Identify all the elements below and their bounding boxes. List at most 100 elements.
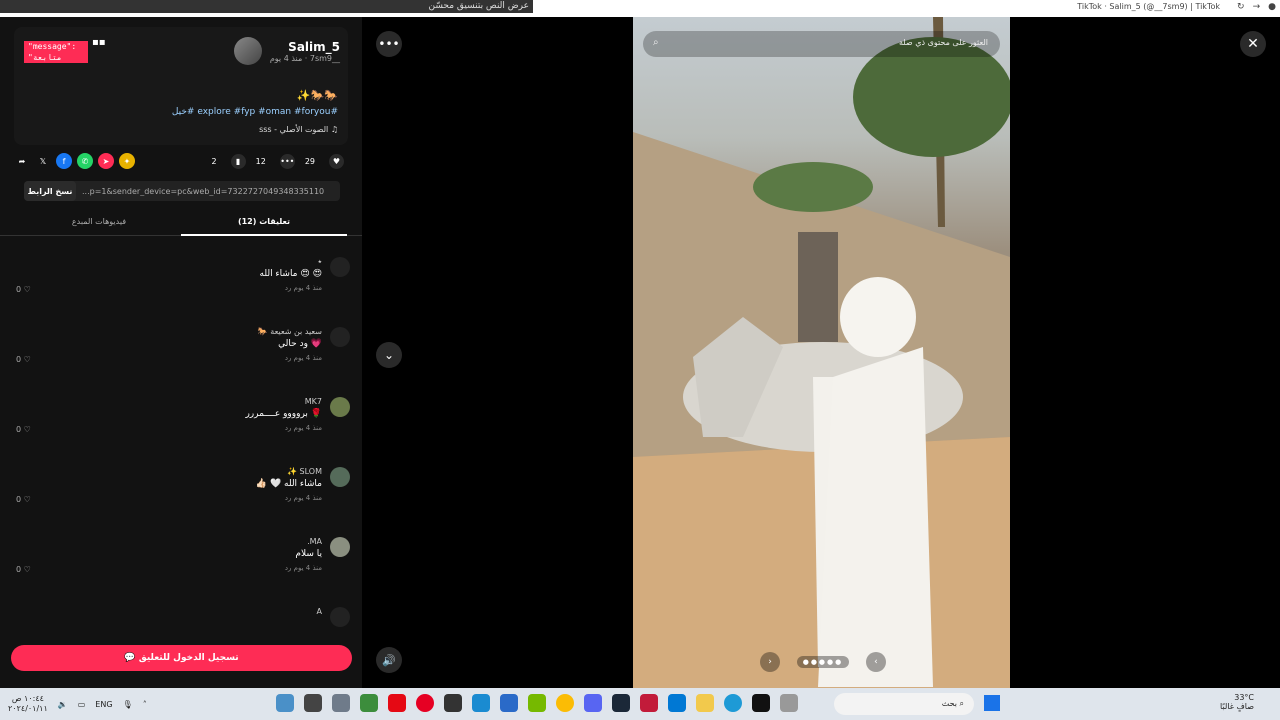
comment-text: 💗 ود حالي <box>278 339 322 349</box>
app-icon[interactable] <box>444 694 462 712</box>
reload-icon[interactable]: ↻ <box>1237 2 1245 12</box>
carousel-dots: ●●●●● <box>796 656 850 668</box>
person-body <box>818 347 933 687</box>
comment-meta[interactable]: منذ 4 يوم رد <box>285 284 322 292</box>
x-icon[interactable]: 𝕏 <box>35 153 51 169</box>
comment-author[interactable]: سعيد بن شعيعة 🐎 <box>258 327 322 336</box>
login-to-comment-button[interactable]: 💬 تسجيل الدخول للتعليق <box>11 645 352 671</box>
avatar[interactable] <box>233 37 262 65</box>
discord-icon[interactable] <box>584 694 602 712</box>
forward-share-icon[interactable]: ➦ <box>14 153 30 169</box>
comment-meta[interactable]: منذ 4 يوم رد <box>285 424 322 432</box>
comment-meta[interactable]: منذ 4 يوم رد <box>285 494 322 502</box>
comment-like[interactable]: 0 ♡ <box>16 285 31 294</box>
video-photo[interactable]: العثور على محتوى ذي صلة ⌕ <box>633 17 1010 688</box>
browser-title: TikTok · Salim_5 (@__7sm9) | TikTok <box>1077 2 1220 11</box>
page: Salim_5 __7sm9 · منذ 4 يوم "message": "م… <box>0 17 1280 688</box>
comment-like[interactable]: 0 ♡ <box>16 495 31 504</box>
temperature: 33°C <box>1234 693 1254 702</box>
chevron-left-icon[interactable]: ‹ <box>865 652 886 672</box>
folder-icon[interactable] <box>696 694 714 712</box>
forward-icon[interactable]: → <box>1253 2 1261 12</box>
comment-author[interactable]: ٭ <box>318 257 322 266</box>
microphone-icon[interactable]: 🎙 <box>123 700 133 709</box>
chrome-icon[interactable] <box>556 694 574 712</box>
edge-icon[interactable] <box>724 694 742 712</box>
profile-icon[interactable]: ● <box>1268 2 1276 12</box>
comment-like[interactable]: 0 ♡ <box>16 355 31 364</box>
comment-like[interactable]: 0 ♡ <box>16 565 31 574</box>
tab-comments[interactable]: تعليقات (12) <box>181 217 347 226</box>
avatar[interactable] <box>330 397 350 417</box>
facebook-icon[interactable]: f <box>56 153 72 169</box>
share-link[interactable]: ...p=1&sender_device=pc&web_id=732272704… <box>76 187 340 196</box>
whatsapp-icon[interactable]: ✆ <box>77 153 93 169</box>
app-icon[interactable] <box>780 694 798 712</box>
network-icon[interactable]: ▭ <box>78 700 86 709</box>
clock-time[interactable]: ١٠:٤٤ ص <box>8 694 48 704</box>
app-icon[interactable] <box>472 694 490 712</box>
chevron-up-icon[interactable]: ˄ <box>143 700 147 709</box>
speaker-icon[interactable]: 🔉 <box>58 700 68 709</box>
taskbar-search-label: بحث <box>941 699 957 708</box>
author-name[interactable]: Salim_5 <box>270 40 340 54</box>
steam-icon[interactable] <box>612 694 630 712</box>
related-search[interactable]: العثور على محتوى ذي صلة ⌕ <box>643 31 1000 57</box>
avatar[interactable] <box>330 537 350 557</box>
comment-author[interactable]: A <box>317 607 322 616</box>
comment-icon[interactable]: ••• <box>279 153 295 169</box>
clock-date[interactable]: ٢٠٢٤/٠١/١١ <box>8 704 48 714</box>
comment-meta[interactable]: منذ 4 يوم رد <box>285 564 322 572</box>
settings-icon[interactable] <box>332 694 350 712</box>
taskbar: ١٠:٤٤ ص ٢٠٢٤/٠١/١١ 🔉 ▭ ENG 🎙 ˄ ⌕ بحث 33°… <box>0 688 1280 720</box>
nvidia-icon[interactable] <box>528 694 546 712</box>
store-icon[interactable] <box>668 694 686 712</box>
hashtags[interactable]: #explore #fyp #oman #foryou #خيل <box>172 107 338 117</box>
telegram-icon[interactable]: ➤ <box>98 153 114 169</box>
pinterest-icon[interactable] <box>416 694 434 712</box>
search-placeholder: العثور على محتوى ذي صلة <box>898 38 988 47</box>
tab-bar: فيديوهات المبدع تعليقات (12) <box>0 212 362 236</box>
comment-text: يا سلام <box>295 549 322 559</box>
taskbar-search[interactable]: ⌕ بحث <box>834 693 974 715</box>
bookmark-icon[interactable]: ▮ <box>230 153 246 169</box>
person-headwrap <box>840 277 916 357</box>
comment-author[interactable]: MA. <box>307 537 322 546</box>
netflix-icon[interactable] <box>388 694 406 712</box>
avatar[interactable] <box>330 257 350 277</box>
chevron-right-icon[interactable]: › <box>760 652 780 672</box>
weather-widget[interactable]: 33°C صافٍ غالبًا <box>1220 693 1254 711</box>
language-indicator[interactable]: ENG <box>95 700 112 709</box>
app-icon[interactable] <box>640 694 658 712</box>
avatar[interactable] <box>330 467 350 487</box>
author-row[interactable]: Salim_5 __7sm9 · منذ 4 يوم <box>233 37 340 65</box>
follow-button[interactable]: "message": "متابعة <box>24 41 88 63</box>
windows-start-icon[interactable] <box>984 695 1000 711</box>
comment-author[interactable]: MK7 <box>305 397 322 406</box>
copy-link-button[interactable]: نسخ الرابط <box>24 181 76 201</box>
like-count: 0 <box>16 565 22 574</box>
close-button[interactable]: ✕ <box>1240 31 1266 57</box>
caption-emojis: 🐎🐎✨ <box>296 89 338 102</box>
shield-icon[interactable] <box>500 694 518 712</box>
weather-condition: صافٍ غالبًا <box>1220 702 1254 711</box>
comment-meta[interactable]: منذ 4 يوم رد <box>285 354 322 362</box>
avatar[interactable] <box>330 327 350 347</box>
avatar[interactable] <box>330 607 350 627</box>
sound-link[interactable]: ♫ الصوت الأصلي - sss <box>259 125 338 134</box>
stats: 2 ▮ 12 ••• 29 ♥ <box>212 153 344 169</box>
more-icon[interactable]: ▪▪ <box>92 37 106 48</box>
app-icon[interactable] <box>360 694 378 712</box>
taskbar-apps <box>276 694 798 712</box>
app-icon[interactable] <box>276 694 294 712</box>
comment-like[interactable]: 0 ♡ <box>16 425 31 434</box>
more-options-button[interactable]: ••• <box>376 31 402 57</box>
tab-creator-videos[interactable]: فيديوهات المبدع <box>20 217 178 226</box>
volume-button[interactable]: 🔊 <box>376 647 402 673</box>
comment-author[interactable]: SLOM ✨ <box>287 467 322 476</box>
embed-icon[interactable]: ✦ <box>119 153 135 169</box>
next-video-button[interactable]: ⌄ <box>376 342 402 368</box>
app-icon[interactable] <box>304 694 322 712</box>
tiktok-icon[interactable] <box>752 694 770 712</box>
heart-icon[interactable]: ♥ <box>329 153 344 169</box>
